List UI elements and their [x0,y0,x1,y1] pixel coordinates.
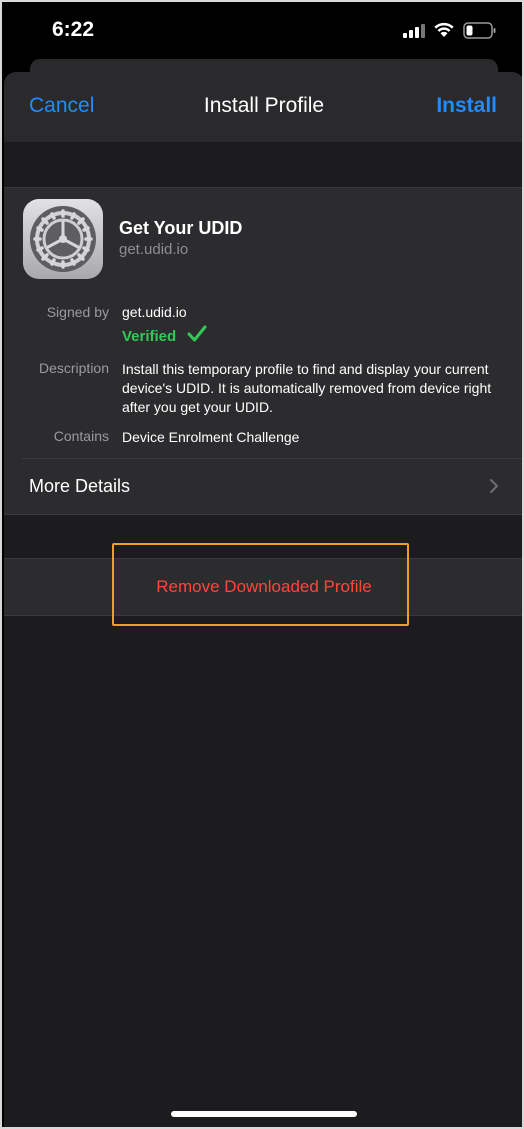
cellular-signal-icon [403,24,425,38]
screen: 6:22 Cancel Install Profile Install Get … [0,0,524,1129]
profile-name: Get Your UDID [119,218,243,238]
more-details-label: More Details [29,476,131,496]
status-bar: 6:22 [2,2,522,62]
battery-icon [463,22,496,39]
profile-domain: get.udid.io [119,241,189,258]
signed-by-label: Signed by [46,304,109,320]
signed-by-value: get.udid.io [122,304,187,320]
verified-label: Verified [122,328,177,345]
install-profile-sheet: Cancel Install Profile Install Get Your … [4,72,522,1127]
remove-downloaded-profile-button[interactable]: Remove Downloaded Profile [4,558,522,616]
description-value: Install this temporary profile to find a… [122,361,492,415]
contains-value: Device Enrolment Challenge [122,429,300,445]
more-details-row[interactable]: More Details [4,459,522,514]
description-label: Description [38,360,109,376]
section-spacer [4,514,522,558]
install-button[interactable]: Install [436,94,497,118]
status-time: 6:22 [52,18,95,41]
chevron-right-icon [490,479,498,493]
home-indicator [171,1111,357,1117]
section-spacer [4,142,522,187]
wifi-icon [434,22,454,37]
settings-gear-icon [23,199,103,279]
checkmark-icon [187,325,207,342]
nav-bar: Cancel Install Profile Install [4,72,522,142]
remove-downloaded-profile-label: Remove Downloaded Profile [156,577,372,596]
contains-label: Contains [53,428,109,444]
profile-card: Get Your UDID get.udid.io Signed by get.… [4,187,522,514]
